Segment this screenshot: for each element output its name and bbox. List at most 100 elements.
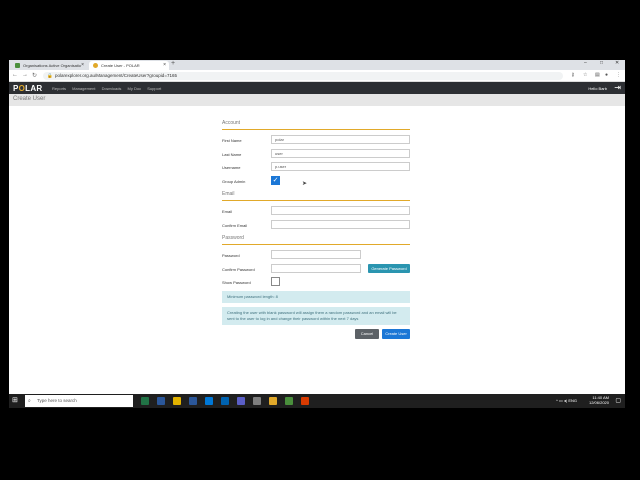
cancel-button[interactable]: Cancel — [355, 328, 379, 339]
extension-icon[interactable]: ▤ — [595, 72, 600, 78]
user-greeting[interactable]: Hello Barb — [588, 86, 607, 91]
username-field[interactable]: p.user — [271, 162, 410, 171]
email-label: Email — [222, 209, 233, 214]
taskbar-app-icon[interactable] — [205, 397, 213, 405]
nav-support[interactable]: Support — [147, 86, 161, 91]
group-admin-row: Group Admin ✓ — [222, 175, 410, 190]
search-placeholder: Type here to search — [37, 398, 77, 403]
taskbar-app-icon[interactable] — [269, 397, 277, 405]
last-name-field[interactable]: user — [271, 148, 410, 158]
divider — [222, 244, 410, 245]
tab-bar: Organisations Active Organisatio × Creat… — [9, 60, 625, 70]
taskbar-app-icon[interactable] — [253, 397, 261, 405]
clock[interactable]: 11:40 AM 12/06/2020 — [588, 395, 609, 405]
min-length-note: Minimum password length: 8 — [222, 290, 410, 303]
form-actions: Cancel Create User — [222, 328, 410, 341]
favicon-icon — [93, 63, 98, 68]
show-password-label: Show Password — [222, 280, 251, 285]
close-window-icon[interactable]: ✕ — [615, 60, 619, 66]
group-admin-checkbox[interactable]: ✓ — [271, 175, 280, 185]
profile-icon[interactable]: ● — [605, 72, 608, 78]
key-icon[interactable]: ⚷ — [571, 72, 575, 78]
section-title-password: Password — [222, 235, 244, 241]
confirm-password-label: Confirm Password — [222, 266, 255, 272]
browser-window: Organisations Active Organisatio × Creat… — [9, 60, 625, 408]
taskbar-app-icon[interactable] — [301, 397, 309, 405]
back-icon[interactable]: ← — [12, 72, 18, 78]
username-label: Username — [222, 165, 241, 170]
create-user-button[interactable]: Create User — [382, 328, 410, 339]
page-title: Create User — [9, 94, 625, 106]
last-name-label: Last Name — [222, 151, 242, 157]
show-password-row: Show Password — [222, 277, 410, 291]
taskbar-app-icon[interactable] — [157, 397, 165, 405]
minimize-icon[interactable]: – — [584, 60, 587, 66]
maximize-icon[interactable]: □ — [600, 60, 603, 66]
search-icon: ⌕ — [28, 398, 31, 404]
close-tab-icon[interactable]: × — [81, 62, 84, 68]
windows-start-icon[interactable]: ⊞ — [12, 397, 20, 405]
url-text: polarexplorer.org.au/Management/CreateUs… — [55, 73, 177, 78]
clock-date: 12/06/2020 — [588, 399, 609, 405]
favicon-icon — [15, 63, 20, 68]
password-label: Password — [222, 253, 240, 258]
generate-password-button[interactable]: Generate Password — [368, 263, 410, 273]
reload-icon[interactable]: ↻ — [32, 72, 37, 79]
url-field[interactable]: 🔒 polarexplorer.org.au/Management/Create… — [43, 72, 563, 80]
username-row: Username p.user — [222, 162, 410, 176]
tab-label: Organisations Active Organisatio — [23, 63, 82, 68]
taskbar-app-icon[interactable] — [189, 397, 197, 405]
language-indicator[interactable]: ENG — [568, 398, 577, 403]
forward-icon[interactable]: → — [22, 72, 28, 78]
notification-icon[interactable]: ▢ — [615, 397, 621, 404]
divider — [222, 200, 410, 201]
confirm-password-row: Confirm Password Generate Password — [222, 263, 410, 278]
nav-management[interactable]: Management — [72, 86, 95, 91]
taskbar-app-icon[interactable] — [237, 397, 245, 405]
email-field[interactable] — [271, 206, 410, 215]
confirm-email-field[interactable] — [271, 219, 410, 229]
blank-password-note: Creating the user with blank password wi… — [222, 306, 410, 325]
nav-downloads[interactable]: Downloads — [102, 86, 122, 91]
polar-logo[interactable]: POLAR — [13, 84, 43, 93]
tab-create-user[interactable]: Create User - POLAR × — [89, 61, 169, 70]
section-title-email: Email — [222, 191, 235, 197]
logout-icon[interactable]: ⇥ — [614, 83, 621, 92]
mouse-cursor-icon: ➤ — [302, 181, 308, 187]
tab-organisations[interactable]: Organisations Active Organisatio × — [11, 61, 87, 70]
group-admin-label: Group Admin — [222, 178, 246, 184]
close-tab-icon[interactable]: × — [163, 62, 166, 68]
menu-icon[interactable]: ⋮ — [616, 72, 621, 78]
address-bar: ← → ↻ 🔒 polarexplorer.org.au/Management/… — [9, 70, 625, 82]
logo-part: LAR — [25, 84, 43, 93]
taskbar: ⊞ ⌕ Type here to search ^ ▭ ◂) ENG 11:40… — [9, 394, 625, 408]
tab-label: Create User - POLAR — [101, 63, 140, 68]
password-row: Password — [222, 250, 410, 264]
confirm-email-label: Confirm Email — [222, 222, 248, 228]
lock-icon: 🔒 — [47, 73, 53, 78]
email-row: Email — [222, 206, 410, 220]
password-field[interactable] — [271, 250, 361, 259]
taskbar-search-input[interactable]: ⌕ Type here to search — [25, 395, 133, 407]
create-user-form: Account First Name polar Last Name user … — [222, 118, 410, 341]
show-password-checkbox[interactable] — [271, 277, 280, 286]
tray-icons[interactable]: ^ ▭ ◂) ENG — [556, 398, 577, 403]
first-name-row: First Name polar — [222, 135, 410, 149]
nav-reports[interactable]: Reports — [52, 86, 66, 91]
first-name-field[interactable]: polar — [271, 135, 410, 144]
taskbar-app-icon[interactable] — [285, 397, 293, 405]
confirm-email-row: Confirm Email — [222, 219, 410, 234]
taskbar-app-icon[interactable] — [173, 397, 181, 405]
app-navbar: POLAR Reports Management Downloads My Do… — [9, 82, 625, 94]
section-title-account: Account — [222, 120, 241, 126]
nav-my-doc[interactable]: My Doc — [128, 86, 142, 91]
nav-links: Reports Management Downloads My Doc Supp… — [52, 86, 166, 91]
confirm-password-field[interactable] — [271, 263, 361, 273]
new-tab-icon[interactable]: + — [171, 60, 175, 67]
divider — [222, 129, 410, 130]
first-name-label: First Name — [222, 138, 242, 143]
taskbar-app-icon[interactable] — [141, 397, 149, 405]
last-name-row: Last Name user — [222, 148, 410, 163]
star-icon[interactable]: ☆ — [583, 72, 587, 78]
taskbar-app-icon[interactable] — [221, 397, 229, 405]
